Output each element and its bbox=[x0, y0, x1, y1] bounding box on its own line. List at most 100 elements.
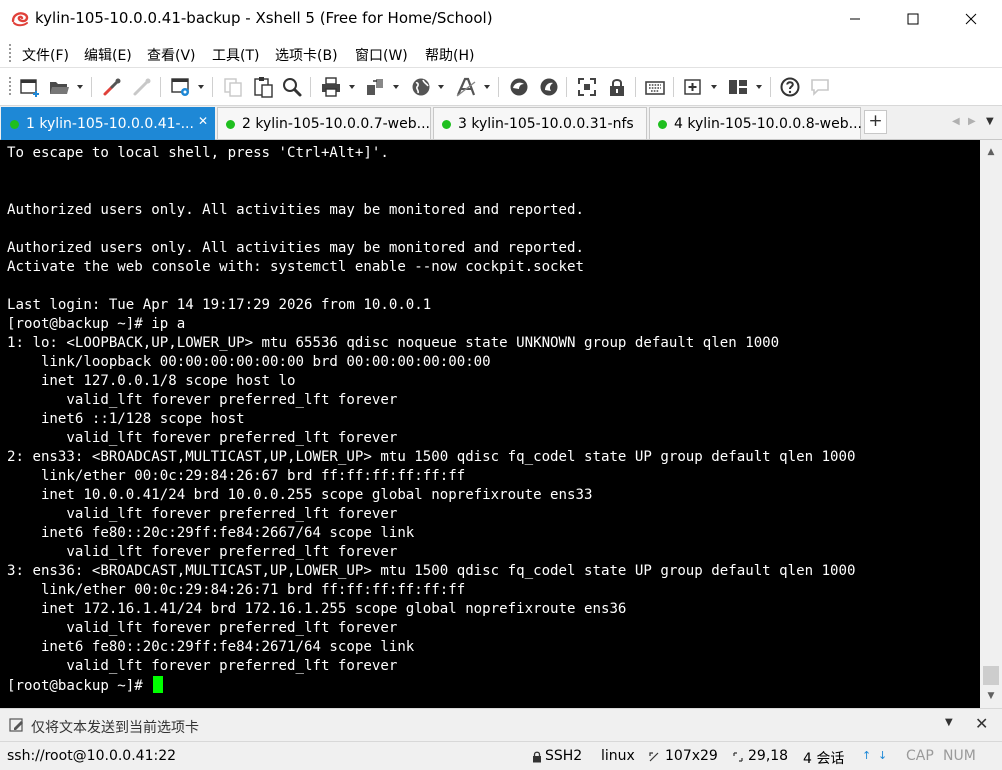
open-dropdown-arrow[interactable] bbox=[77, 85, 83, 89]
terminal-line: valid_lft forever preferred_lft forever bbox=[7, 392, 398, 408]
cursor-position: 29,18 bbox=[748, 748, 789, 764]
connected-status-icon bbox=[442, 120, 451, 129]
session-properties-icon[interactable] bbox=[170, 76, 192, 98]
terminal-line: valid_lft forever preferred_lft forever bbox=[7, 620, 398, 636]
menu-help[interactable]: 帮助(H) bbox=[425, 45, 474, 65]
close-button[interactable] bbox=[942, 0, 1000, 38]
toolbar-separator bbox=[770, 77, 771, 97]
menu-bar: 文件(F) 编辑(E) 查看(V) 工具(T) 选项卡(B) 窗口(W) 帮助(… bbox=[0, 38, 1002, 68]
arrow-down-icon[interactable]: ↓ bbox=[878, 749, 887, 762]
terminal-line: inet6 ::1/128 scope host bbox=[7, 411, 245, 427]
new-session-icon[interactable] bbox=[19, 76, 41, 98]
terminal-line: 2: ens33: <BROADCAST,MULTICAST,UP,LOWER_… bbox=[7, 449, 856, 465]
compose-bar[interactable]: 仅将文本发送到当前选项卡 ▼ ✕ bbox=[0, 708, 1002, 742]
globe-dropdown-arrow[interactable] bbox=[438, 85, 444, 89]
transfer-icon[interactable] bbox=[364, 76, 386, 98]
layout-dropdown-arrow[interactable] bbox=[756, 85, 762, 89]
toolbar-separator bbox=[91, 77, 92, 97]
connection-address: ssh://root@10.0.0.41:22 bbox=[7, 748, 177, 764]
toolbar-separator bbox=[498, 77, 499, 97]
tab-label: 3 kylin-105-10.0.0.31-nfs bbox=[458, 116, 634, 132]
minimize-icon bbox=[850, 18, 860, 20]
properties-dropdown-arrow[interactable] bbox=[198, 85, 204, 89]
help-icon[interactable] bbox=[779, 76, 801, 98]
menu-edit[interactable]: 编辑(E) bbox=[84, 45, 132, 65]
resize-icon bbox=[649, 752, 659, 762]
compose-placeholder[interactable]: 仅将文本发送到当前选项卡 bbox=[31, 717, 199, 737]
menu-window[interactable]: 窗口(W) bbox=[355, 45, 408, 65]
tab-label: 2 kylin-105-10.0.0.7-web... bbox=[242, 116, 430, 132]
terminal-line: Last login: Tue Apr 14 19:17:29 2026 fro… bbox=[7, 297, 432, 313]
maximize-button[interactable] bbox=[884, 0, 942, 38]
menu-tools[interactable]: 工具(T) bbox=[212, 45, 259, 65]
font-dropdown-arrow[interactable] bbox=[484, 85, 490, 89]
tab-label: 1 kylin-105-10.0.0.41-... bbox=[26, 116, 194, 132]
layout-icon[interactable] bbox=[727, 76, 749, 98]
toolbar-separator bbox=[310, 77, 311, 97]
terminal-line: Authorized users only. All activities ma… bbox=[7, 240, 584, 256]
terminal-line: To escape to local shell, press 'Ctrl+Al… bbox=[7, 145, 389, 161]
terminal-line: inet6 fe80::20c:29ff:fe84:2667/64 scope … bbox=[7, 525, 415, 541]
scroll-up-icon[interactable]: ▲ bbox=[980, 142, 1002, 162]
tab-session-4[interactable]: 4 kylin-105-10.0.0.8-web... bbox=[649, 107, 862, 139]
menu-file[interactable]: 文件(F) bbox=[22, 45, 69, 65]
lock-icon[interactable] bbox=[606, 76, 628, 98]
terminal-scrollbar[interactable]: ▲ ▼ bbox=[980, 140, 1002, 708]
terminal-line: valid_lft forever preferred_lft forever bbox=[7, 430, 398, 446]
add-tab-dropdown-arrow[interactable] bbox=[711, 85, 717, 89]
minimize-button[interactable] bbox=[826, 0, 884, 38]
scroll-down-icon[interactable]: ▼ bbox=[980, 686, 1002, 706]
compose-close-icon[interactable]: ✕ bbox=[975, 714, 988, 733]
terminal-size: 107x29 bbox=[665, 748, 718, 764]
terminal-line: valid_lft forever preferred_lft forever bbox=[7, 658, 398, 674]
terminal-line: link/loopback 00:00:00:00:00:00 brd 00:0… bbox=[7, 354, 491, 370]
cursor-position-icon bbox=[733, 752, 743, 762]
xshell-logo-icon bbox=[11, 12, 29, 27]
toolbar-separator bbox=[635, 77, 636, 97]
terminal-line: inet 127.0.0.1/8 scope host lo bbox=[7, 373, 296, 389]
tab-session-2[interactable]: 2 kylin-105-10.0.0.7-web... bbox=[217, 107, 431, 139]
close-tab-icon[interactable]: ✕ bbox=[198, 114, 208, 128]
toolbar bbox=[0, 68, 1002, 106]
transfer-dropdown-arrow[interactable] bbox=[393, 85, 399, 89]
menu-tabs[interactable]: 选项卡(B) bbox=[275, 45, 338, 65]
print-dropdown-arrow[interactable] bbox=[349, 85, 355, 89]
shell-prompt: [root@backup ~]# bbox=[7, 678, 152, 694]
compose-dropdown-icon[interactable]: ▼ bbox=[945, 717, 953, 728]
tab-session-1[interactable]: 1 kylin-105-10.0.0.41-... ✕ bbox=[1, 107, 215, 140]
print-icon[interactable] bbox=[320, 76, 342, 98]
tab-session-3[interactable]: 3 kylin-105-10.0.0.31-nfs bbox=[433, 107, 647, 139]
copy-icon[interactable] bbox=[222, 76, 244, 98]
chat-icon[interactable] bbox=[809, 76, 831, 98]
menu-view[interactable]: 查看(V) bbox=[147, 45, 196, 65]
reconnect-icon[interactable] bbox=[101, 76, 123, 98]
find-icon[interactable] bbox=[281, 76, 303, 98]
disconnect-icon[interactable] bbox=[131, 76, 153, 98]
keyboard-icon[interactable] bbox=[644, 76, 666, 98]
tab-scroll-right-icon[interactable]: ▶ bbox=[968, 116, 976, 127]
tab-label: 4 kylin-105-10.0.0.8-web... bbox=[674, 116, 862, 132]
terminal-text: To escape to local shell, press 'Ctrl+Al… bbox=[7, 144, 856, 695]
tab-scroll-left-icon[interactable]: ◀ bbox=[952, 116, 960, 127]
new-tab-button[interactable]: + bbox=[864, 110, 887, 134]
xftp-icon[interactable] bbox=[508, 76, 530, 98]
xshell-new-icon[interactable] bbox=[538, 76, 560, 98]
terminal-line: [root@backup ~]# ip a bbox=[7, 316, 186, 332]
globe-icon[interactable] bbox=[410, 76, 432, 98]
terminal-output[interactable]: To escape to local shell, press 'Ctrl+Al… bbox=[0, 140, 980, 708]
add-tab-icon[interactable] bbox=[683, 76, 705, 98]
terminal-line: inet 10.0.0.41/24 brd 10.0.0.255 scope g… bbox=[7, 487, 593, 503]
scroll-thumb[interactable] bbox=[983, 666, 999, 685]
tab-list-dropdown-icon[interactable]: ▼ bbox=[986, 116, 994, 127]
arrow-up-icon[interactable]: ↑ bbox=[862, 749, 871, 762]
font-icon[interactable] bbox=[455, 76, 477, 98]
fullscreen-icon[interactable] bbox=[576, 76, 598, 98]
terminal-cursor bbox=[153, 676, 164, 693]
paste-icon[interactable] bbox=[252, 76, 274, 98]
open-folder-icon[interactable] bbox=[48, 76, 70, 98]
maximize-icon bbox=[907, 13, 919, 25]
